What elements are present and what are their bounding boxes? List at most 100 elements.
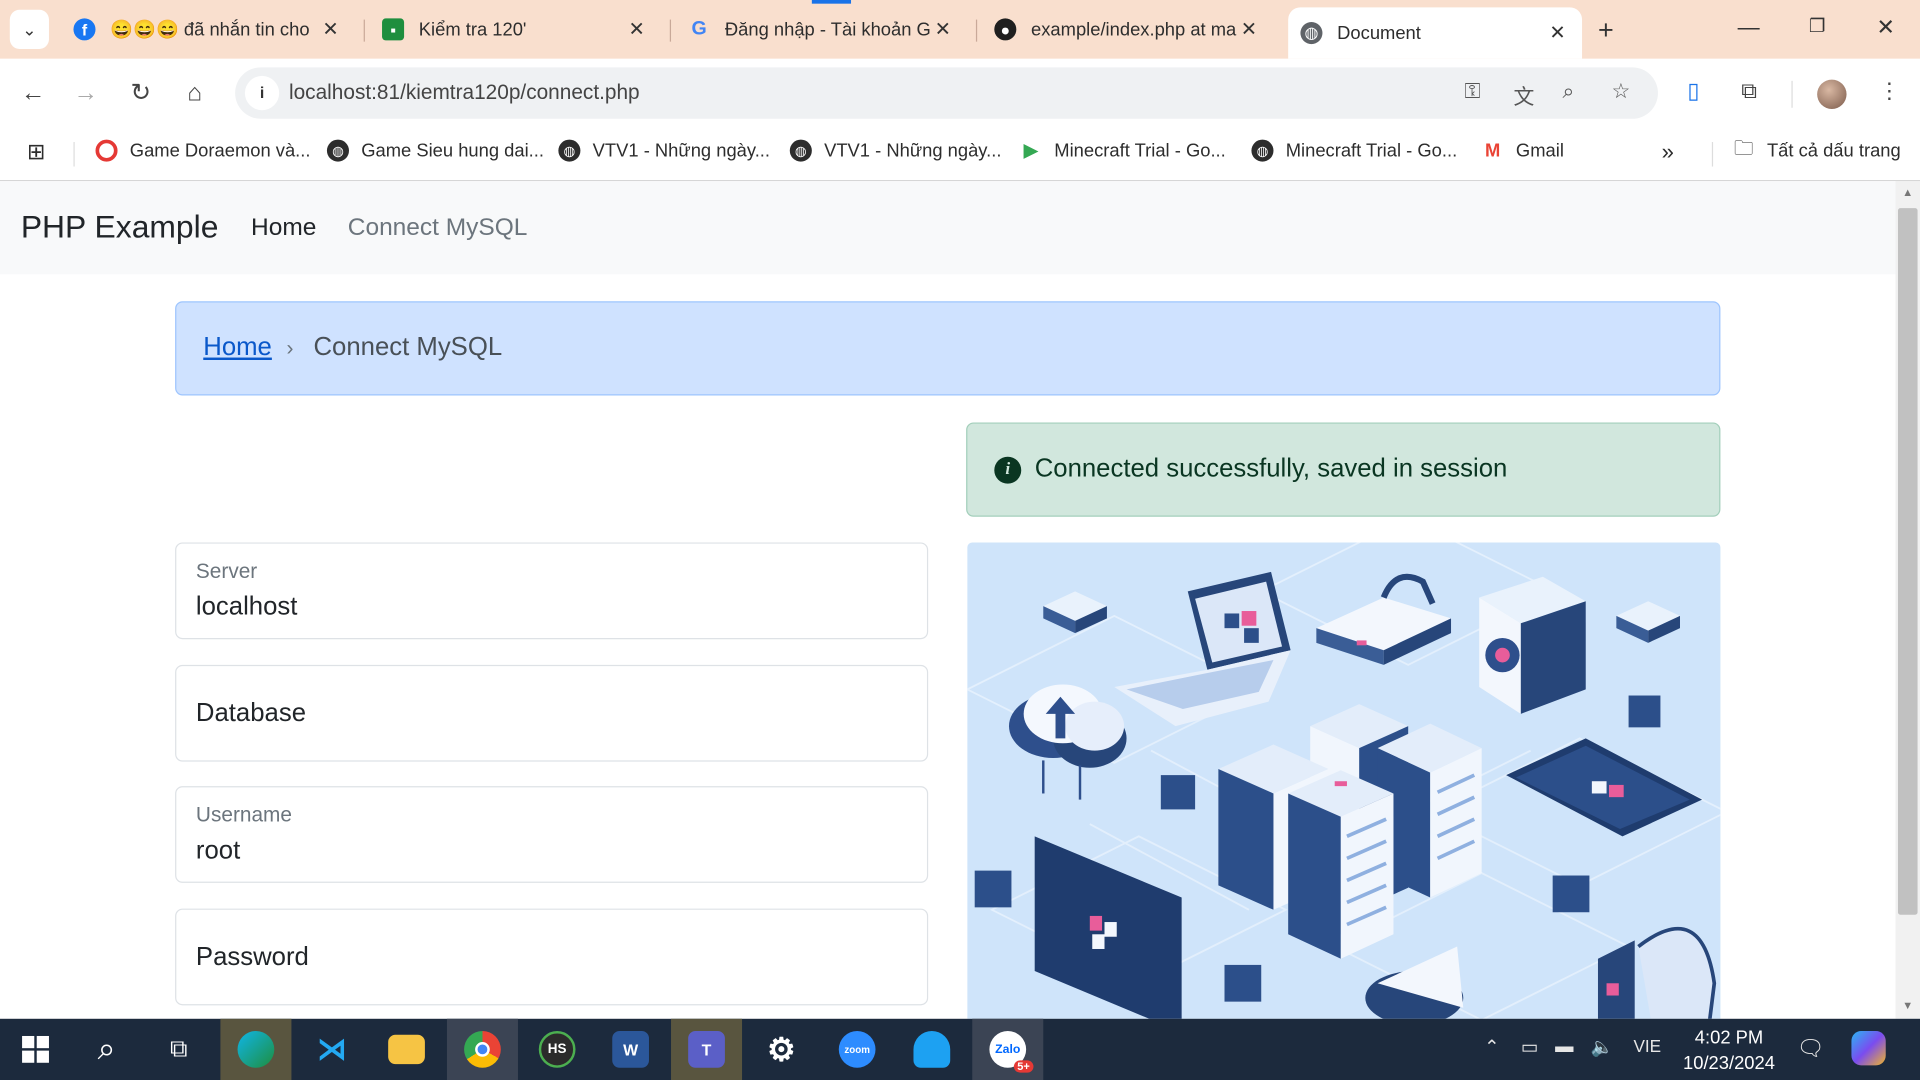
taskbar-teams[interactable]: T bbox=[671, 1018, 743, 1080]
tab-document[interactable]: ◍ Document ✕ bbox=[1288, 7, 1583, 59]
info-icon: i bbox=[994, 456, 1022, 484]
scrollbar-thumb[interactable] bbox=[1897, 208, 1918, 915]
taskbar-settings[interactable]: ⚙ bbox=[746, 1019, 817, 1080]
all-bookmarks-button[interactable]: 🗀 Tất cả dấu trang bbox=[1733, 138, 1901, 162]
breadcrumb-current: Connect MySQL bbox=[313, 333, 503, 362]
apps-grid-icon[interactable]: ⊞ bbox=[27, 140, 45, 166]
bookmark-star-icon[interactable]: ☆ bbox=[1611, 80, 1630, 104]
bookmark-item[interactable]: ◍ VTV1 - Những ngày... bbox=[558, 139, 770, 162]
bookmark-item[interactable]: ◍ Game Sieu hung dai... bbox=[326, 139, 545, 162]
password-key-icon[interactable]: ⚿ bbox=[1465, 80, 1481, 104]
forward-icon[interactable]: → bbox=[69, 76, 103, 110]
bookmark-item[interactable]: ◍ Minecraft Trial - Go... bbox=[1251, 139, 1457, 162]
loading-indicator bbox=[811, 0, 852, 4]
show-hidden-icons[interactable]: ⌃ bbox=[1484, 1036, 1499, 1058]
zoom-icon[interactable]: ⌕ bbox=[1562, 80, 1574, 104]
restore-icon[interactable]: ❐ bbox=[1802, 15, 1831, 37]
navbar-brand[interactable]: PHP Example bbox=[21, 208, 219, 246]
tab-title: Đăng nhập - Tài khoản G bbox=[724, 18, 931, 40]
page-scrollbar[interactable]: ▲ ▼ bbox=[1895, 181, 1920, 1019]
copilot-icon[interactable] bbox=[1851, 1031, 1886, 1070]
url-text[interactable]: localhost:81/kiemtra120p/connect.php bbox=[289, 81, 640, 105]
translate-icon[interactable]: 文 bbox=[1513, 80, 1534, 111]
windows-logo-icon bbox=[22, 1035, 49, 1063]
isometric-datacenter-image bbox=[967, 542, 1721, 1019]
bookmark-item[interactable]: Game Doraemon và... bbox=[95, 139, 311, 162]
reload-icon[interactable]: ↻ bbox=[124, 76, 158, 110]
username-field[interactable]: Username root bbox=[175, 786, 929, 883]
more-bookmarks-button[interactable]: » bbox=[1662, 140, 1674, 166]
scroll-down-icon[interactable]: ▼ bbox=[1896, 999, 1920, 1011]
side-panel-icon[interactable]: ▯ bbox=[1687, 78, 1699, 104]
vscode-icon: ⋊ bbox=[317, 1032, 347, 1066]
extensions-icon[interactable]: ⧉ bbox=[1741, 78, 1757, 104]
bookmarks-bar: ⊞ Game Doraemon và... ◍ Game Sieu hung da… bbox=[0, 127, 1920, 182]
start-button[interactable] bbox=[0, 1019, 71, 1080]
scroll-up-icon[interactable]: ▲ bbox=[1896, 186, 1920, 198]
close-icon[interactable]: ✕ bbox=[1545, 21, 1569, 45]
notifications-icon[interactable]: 🗨 bbox=[1796, 1036, 1824, 1062]
breadcrumb-home-link[interactable]: Home bbox=[203, 333, 272, 362]
close-icon[interactable]: ✕ bbox=[624, 17, 648, 41]
tab-facebook[interactable]: f 😄😄😄 đã nhắn tin cho ✕ bbox=[61, 7, 355, 51]
back-icon[interactable]: ← bbox=[16, 76, 50, 110]
database-field[interactable]: Database bbox=[175, 664, 929, 762]
facebook-icon: f bbox=[73, 18, 96, 41]
username-value[interactable]: root bbox=[196, 836, 240, 865]
bookmark-item[interactable]: M Gmail bbox=[1482, 140, 1564, 162]
search-button[interactable]: ⌕ bbox=[71, 1019, 142, 1080]
server-value[interactable]: localhost bbox=[196, 593, 297, 622]
close-icon[interactable]: ✕ bbox=[931, 17, 955, 41]
volume-muted-icon[interactable]: 🔈 bbox=[1591, 1036, 1614, 1058]
close-icon[interactable]: ✕ bbox=[318, 17, 342, 41]
profile-avatar[interactable] bbox=[1817, 79, 1847, 109]
taskbar-zalo[interactable]: Zalo 5+ bbox=[972, 1018, 1044, 1080]
nav-link-home[interactable]: Home bbox=[251, 214, 316, 242]
server-label: Server bbox=[195, 559, 258, 583]
page-content: PHP Example Home Connect MySQL Home › Co… bbox=[0, 181, 1896, 1019]
server-field[interactable]: Server localhost bbox=[175, 542, 929, 640]
task-view-button[interactable]: ⧉ bbox=[143, 1019, 214, 1080]
site-info-icon[interactable]: i bbox=[244, 75, 280, 111]
taskbar-edge[interactable] bbox=[220, 1018, 292, 1080]
database-label: Database bbox=[195, 699, 307, 728]
tab-search-button[interactable]: ⌄ bbox=[9, 9, 49, 49]
taskbar-chrome[interactable] bbox=[446, 1018, 518, 1080]
clock[interactable]: 4:02 PM 10/23/2024 bbox=[1673, 1025, 1786, 1076]
tab-separator bbox=[363, 19, 365, 42]
bookmark-item[interactable]: ◍ VTV1 - Những ngày... bbox=[789, 139, 1001, 162]
zoom-icon: zoom bbox=[838, 1031, 876, 1068]
password-field[interactable]: Password bbox=[175, 908, 929, 1006]
taskbar-word[interactable]: W bbox=[595, 1019, 666, 1080]
tab-classroom[interactable]: ▪ Kiểm tra 120' ✕ bbox=[370, 7, 661, 51]
nav-link-connect-mysql[interactable]: Connect MySQL bbox=[348, 214, 528, 242]
battery-icon[interactable]: ▬ bbox=[1555, 1036, 1573, 1057]
bookmark-label: Game Sieu hung dai... bbox=[361, 140, 545, 162]
bookmark-site-icon bbox=[95, 139, 118, 162]
minimize-icon[interactable]: — bbox=[1734, 15, 1763, 41]
taskbar-zoom[interactable]: zoom bbox=[822, 1019, 893, 1080]
task-view-icon: ⧉ bbox=[170, 1035, 188, 1063]
close-icon[interactable]: ✕ bbox=[1237, 17, 1261, 41]
close-window-icon[interactable]: ✕ bbox=[1871, 15, 1900, 41]
address-bar[interactable]: i localhost:81/kiemtra120p/connect.php ⚿… bbox=[235, 67, 1658, 119]
toolbar-divider bbox=[1791, 80, 1793, 108]
taskbar-file-explorer[interactable] bbox=[371, 1019, 442, 1080]
device-icon[interactable]: ▭ bbox=[1521, 1036, 1538, 1058]
tab-google-login[interactable]: G Đăng nhập - Tài khoản G ✕ bbox=[676, 7, 967, 51]
taskbar-hs[interactable]: HS bbox=[522, 1019, 593, 1080]
search-icon: ⌕ bbox=[97, 1029, 116, 1067]
new-tab-button[interactable]: + bbox=[1598, 15, 1614, 47]
chevron-down-icon: ⌄ bbox=[22, 18, 37, 39]
menu-icon[interactable]: ⋮ bbox=[1878, 78, 1900, 104]
language-indicator[interactable]: VIE bbox=[1633, 1036, 1661, 1056]
home-icon[interactable]: ⌂ bbox=[178, 76, 212, 110]
taskbar-vscode[interactable]: ⋊ bbox=[296, 1019, 367, 1080]
tab-github[interactable]: ● example/index.php at ma ✕ bbox=[982, 7, 1273, 51]
taskbar-app[interactable] bbox=[896, 1019, 967, 1080]
globe-icon: ◍ bbox=[789, 139, 812, 162]
tab-title: example/index.php at ma bbox=[1031, 18, 1237, 40]
bookmark-item[interactable]: ▶ Minecraft Trial - Go... bbox=[1020, 140, 1225, 161]
hs-app-icon: HS bbox=[538, 1031, 576, 1068]
windows-taskbar: ⌕ ⧉ ⋊ HS W T ⚙ zoom Zalo 5+ ⌃ ▭ ▬ 🔈 VIE 4… bbox=[0, 1018, 1920, 1080]
